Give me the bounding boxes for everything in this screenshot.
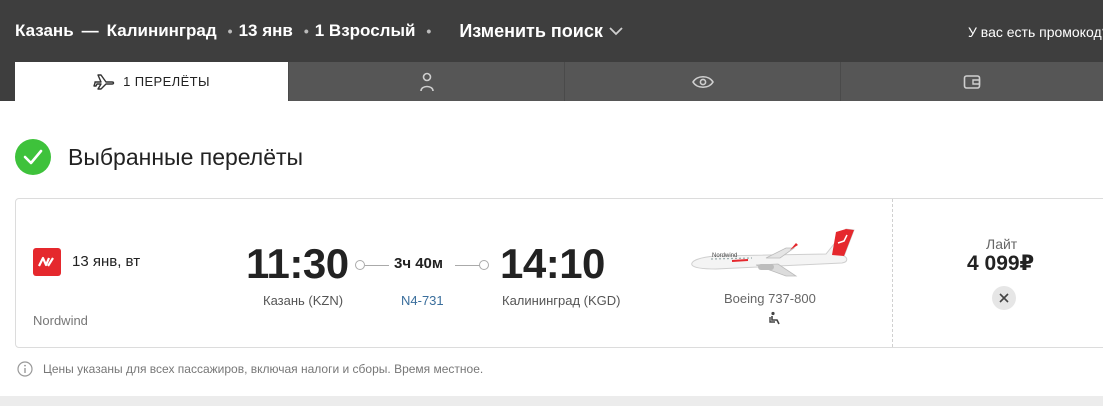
fare-price: 4 099₽ — [967, 252, 1035, 275]
price-note-text: Цены указаны для всех пассажиров, включа… — [43, 362, 484, 376]
departure-time: 11:30 — [246, 240, 349, 287]
close-icon — [999, 293, 1009, 303]
destination-city: Калининград — [106, 21, 217, 40]
svg-text:Nordwind: Nordwind — [712, 253, 737, 259]
arrival-time: 14:10 — [500, 240, 605, 287]
price-note: Цены указаны для всех пассажиров, включа… — [17, 361, 483, 377]
promo-code-link[interactable]: У вас есть промокод? — [968, 24, 1103, 40]
card-divider — [892, 199, 893, 347]
tab-passengers[interactable] — [289, 62, 565, 101]
flight-duration: 3ч 40м — [394, 255, 443, 272]
person-icon — [419, 72, 434, 91]
bottom-band — [0, 396, 1103, 406]
remove-flight-button[interactable] — [992, 286, 1016, 310]
check-icon — [15, 139, 51, 175]
origin-city: Казань — [15, 21, 74, 40]
search-date: 13 янв — [238, 21, 293, 40]
departure-city: Казань (KZN) — [263, 293, 344, 308]
seat-icon — [769, 311, 780, 325]
route-summary: Казань — Калининград • 13 янв • 1 Взросл… — [0, 21, 437, 41]
bullet-separator: • — [227, 23, 233, 39]
bullet-separator: • — [426, 23, 432, 39]
tab-flights[interactable]: 1 ПЕРЕЛЁТЫ — [15, 62, 289, 101]
chevron-down-icon — [609, 27, 623, 36]
route-end-dot — [479, 260, 489, 270]
route-line-left — [365, 265, 389, 266]
airline-logo-icon — [33, 248, 61, 276]
search-summary-bar: Казань — Калининград • 13 янв • 1 Взросл… — [0, 0, 1103, 62]
arrival-city: Калининград (KGD) — [502, 293, 621, 308]
route-separator: — — [81, 21, 99, 40]
flight-number-link[interactable]: N4-731 — [401, 293, 444, 308]
eye-icon — [691, 75, 714, 88]
plane-icon — [93, 73, 115, 90]
flight-date: 13 янв, вт — [72, 253, 141, 270]
airline-name: Nordwind — [33, 313, 88, 328]
tab-payment[interactable] — [841, 62, 1103, 101]
booking-steps-tabs: 1 ПЕРЕЛЁТЫ — [15, 62, 1103, 101]
page-title: Выбранные перелёты — [68, 143, 304, 170]
route-start-dot — [355, 260, 365, 270]
route-line-right — [455, 265, 480, 266]
change-search-button[interactable]: Изменить поиск — [459, 21, 623, 42]
aircraft-image: Nordwind — [691, 228, 855, 277]
wallet-icon — [963, 74, 981, 89]
info-icon — [17, 361, 33, 377]
fare-name: Лайт — [986, 236, 1018, 252]
change-search-label: Изменить поиск — [459, 20, 603, 41]
selected-flights-header: Выбранные перелёты — [15, 139, 303, 175]
tab-flights-label: 1 ПЕРЕЛЁТЫ — [123, 74, 210, 89]
tab-review[interactable] — [565, 62, 841, 101]
aircraft-model: Boeing 737-800 — [724, 291, 816, 306]
search-passengers: 1 Взрослый — [314, 21, 416, 40]
flight-card: 13 янв, вт Nordwind 11:30 Казань (KZN) 3… — [15, 198, 1103, 348]
tabs-left-strip — [0, 62, 15, 101]
bullet-separator: • — [303, 23, 309, 39]
